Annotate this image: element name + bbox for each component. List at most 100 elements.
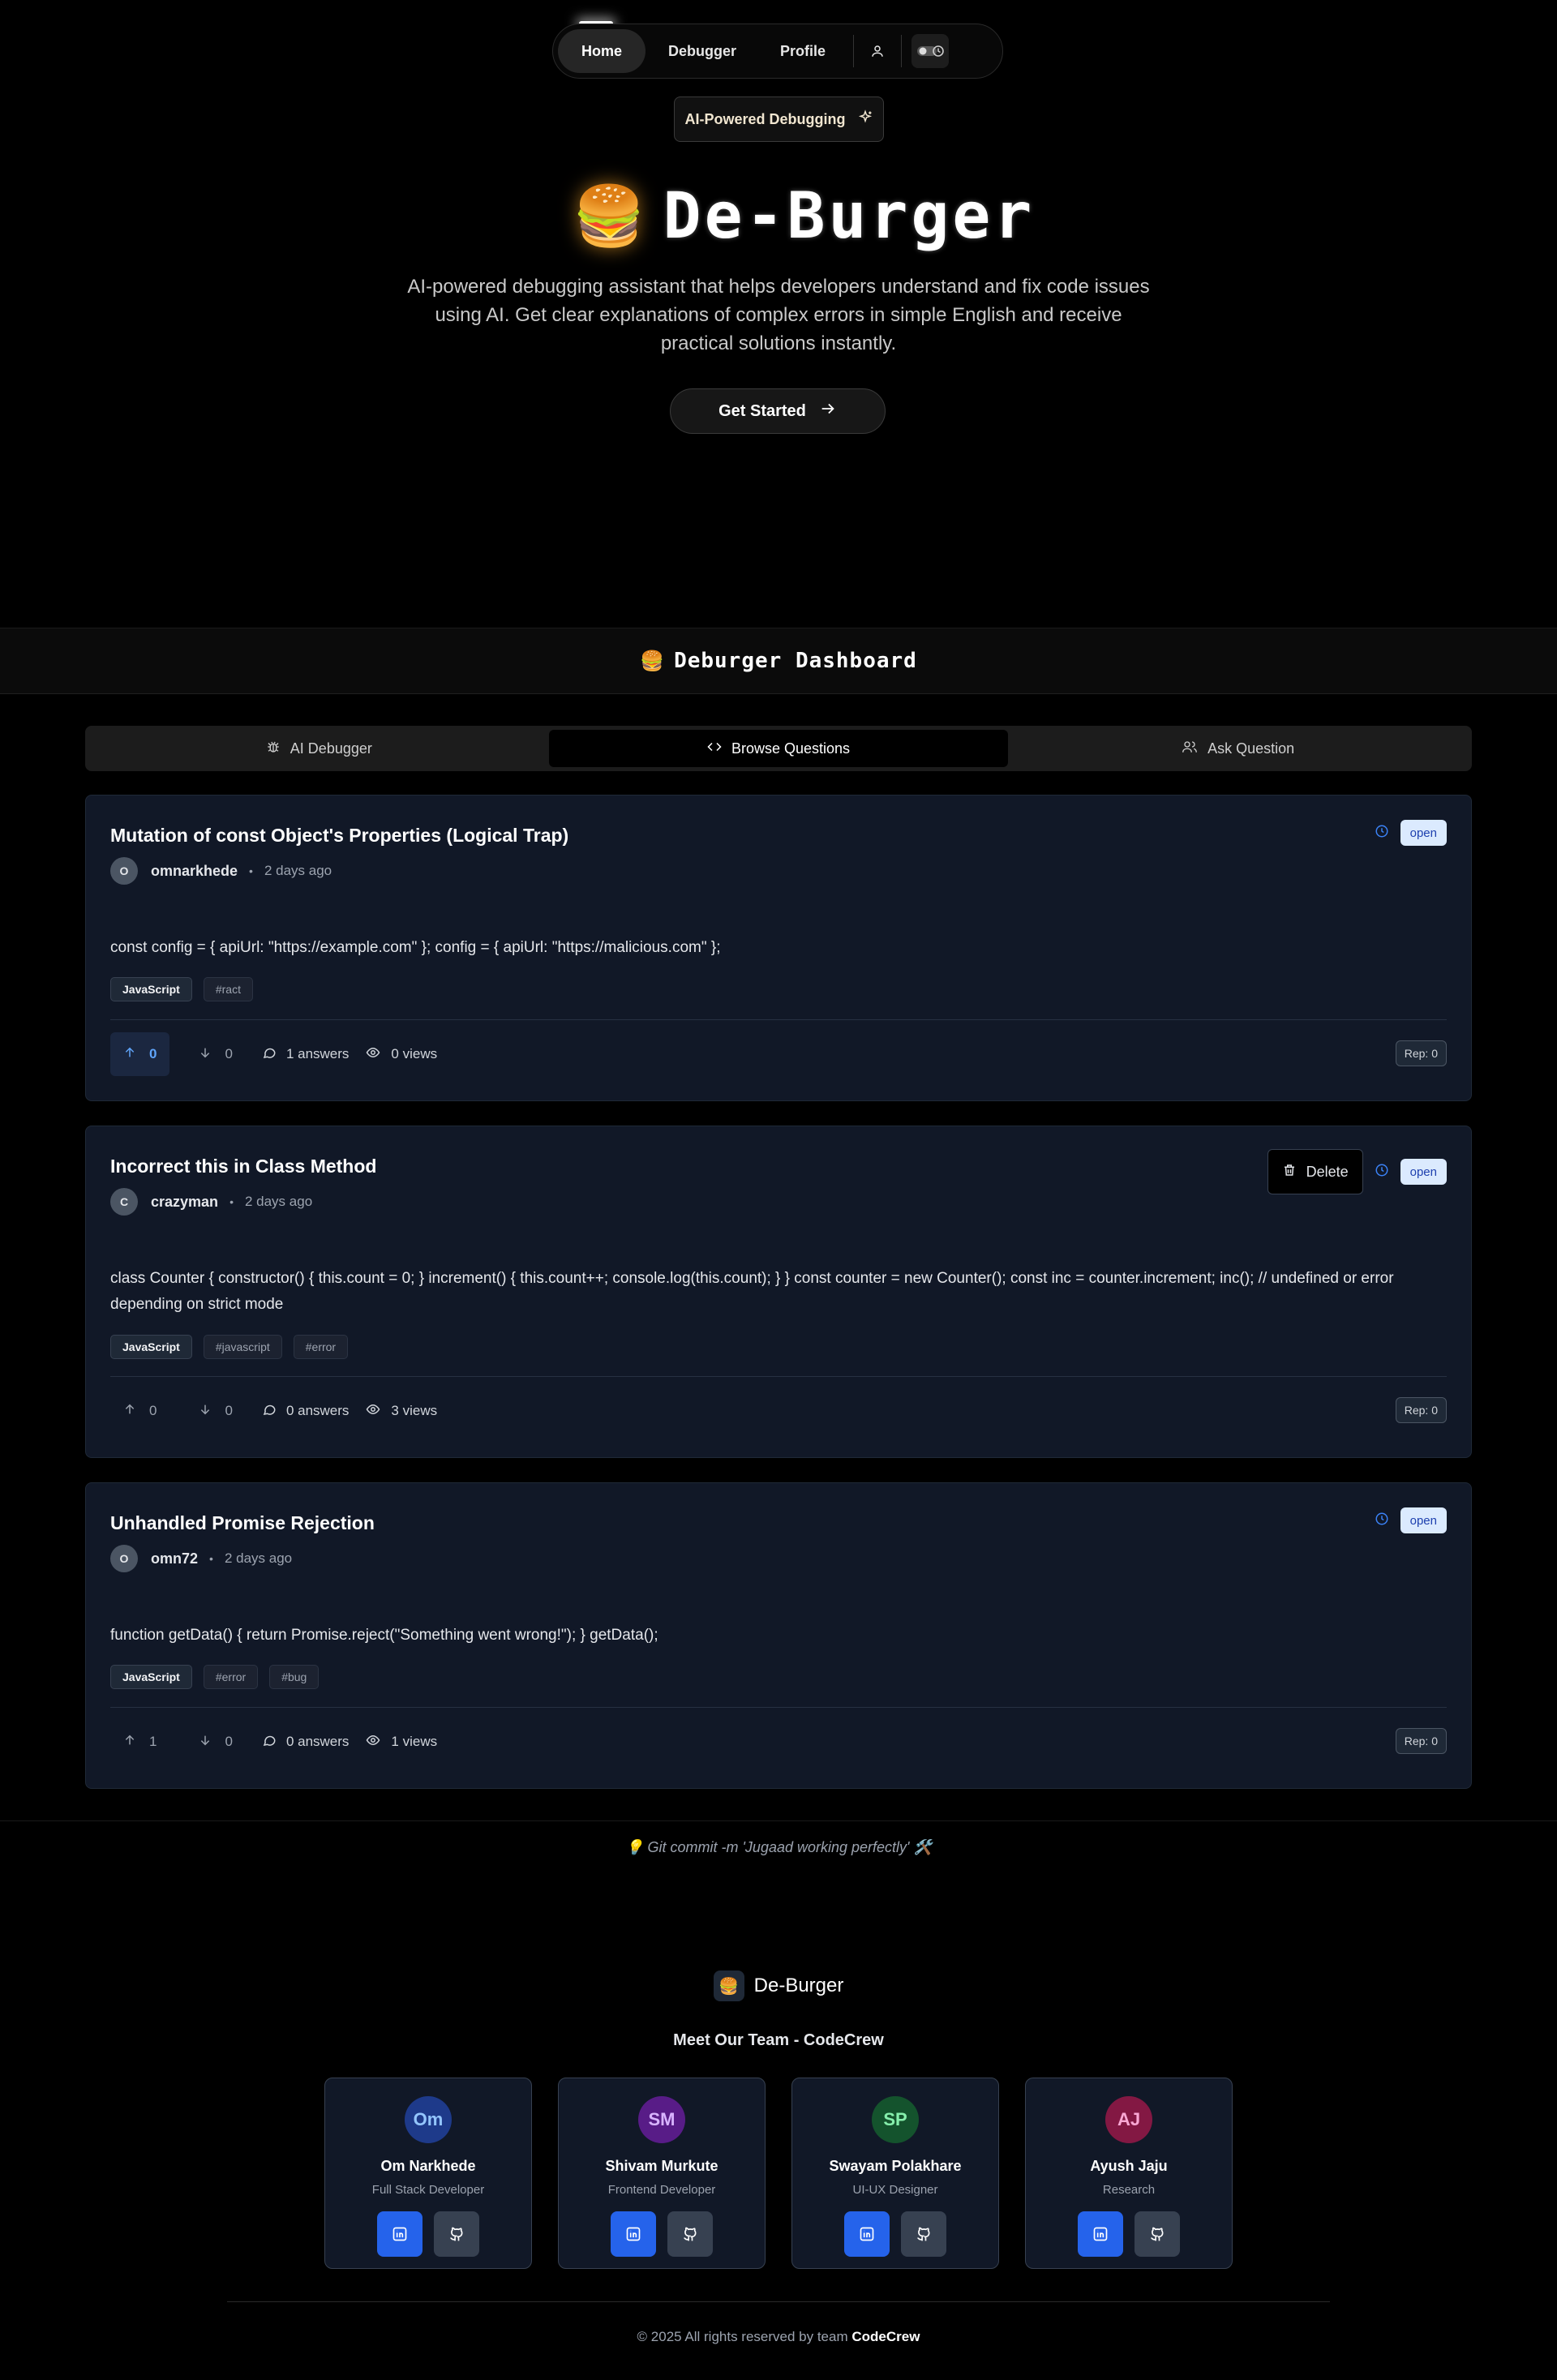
dashboard-header: 🍔 Deburger Dashboard <box>0 628 1557 694</box>
tag[interactable]: #ract <box>203 977 253 1001</box>
answers-count[interactable]: 0 answers <box>262 1402 349 1421</box>
reputation-badge: Rep: 0 <box>1395 1040 1447 1066</box>
member-name: Ayush Jaju <box>1090 2158 1168 2174</box>
team-member-card: Om Om Narkhede Full Stack Developer <box>324 2078 532 2269</box>
member-name: Om Narkhede <box>380 2158 476 2174</box>
question-title[interactable]: Incorrect this in Class Method <box>110 1156 376 1177</box>
comment-icon <box>262 1733 277 1752</box>
tab-browse-questions[interactable]: Browse Questions <box>548 730 1009 767</box>
tag[interactable]: #bug <box>269 1665 320 1689</box>
github-icon[interactable] <box>667 2211 713 2257</box>
author-name[interactable]: omnarkhede <box>151 863 238 880</box>
question-card[interactable]: Incorrect this in Class Method Delete op… <box>85 1126 1472 1458</box>
arrow-down-icon <box>199 1403 212 1420</box>
tag-list: JavaScript #error #bug <box>110 1665 320 1689</box>
upvote-button[interactable]: 0 <box>110 1032 170 1076</box>
tab-label: Browse Questions <box>731 740 851 757</box>
arrow-right-icon <box>819 400 837 422</box>
delete-label: Delete <box>1306 1163 1349 1180</box>
question-card[interactable]: Mutation of const Object's Properties (L… <box>85 795 1472 1101</box>
downvote-count: 0 <box>225 1403 233 1418</box>
answers-count[interactable]: 1 answers <box>262 1045 349 1064</box>
nav-profile[interactable]: Profile <box>759 29 847 73</box>
nav-home[interactable]: Home <box>558 29 646 73</box>
divider <box>110 1707 1447 1708</box>
tag[interactable]: #error <box>203 1665 259 1689</box>
member-links <box>611 2211 713 2257</box>
delete-button[interactable]: Delete <box>1267 1149 1363 1194</box>
tag[interactable]: #javascript <box>203 1335 282 1359</box>
member-role: UI-UX Designer <box>852 2183 938 2197</box>
question-body: class Counter { constructor() { this.cou… <box>110 1270 1394 1313</box>
author-name[interactable]: crazyman <box>151 1194 218 1211</box>
burger-icon: 🍔 <box>640 650 665 672</box>
github-icon[interactable] <box>434 2211 479 2257</box>
bug-icon <box>266 740 281 758</box>
clock-icon <box>1375 824 1389 843</box>
downvote-count: 0 <box>225 1046 233 1061</box>
tab-label: AI Debugger <box>290 740 372 757</box>
nav-debugger[interactable]: Debugger <box>646 29 759 73</box>
timestamp: 2 days ago <box>244 1194 313 1209</box>
member-links <box>377 2211 479 2257</box>
language-tag: JavaScript <box>110 977 192 1001</box>
member-name: Swayam Polakhare <box>829 2158 962 2174</box>
answers-count[interactable]: 0 answers <box>262 1733 349 1752</box>
nav-divider <box>853 35 854 67</box>
github-icon[interactable] <box>901 2211 946 2257</box>
question-meta: O omnarkhede • 2 days ago <box>110 857 332 885</box>
user-icon[interactable] <box>860 34 894 68</box>
arrow-up-icon <box>123 1734 136 1751</box>
downvote-button[interactable]: 0 <box>186 1389 245 1433</box>
views-label: 0 views <box>391 1046 438 1061</box>
member-links <box>1078 2211 1180 2257</box>
upvote-button[interactable]: 1 <box>110 1720 169 1764</box>
footer-brand: 🍔 De-Burger <box>0 1970 1557 2001</box>
views-count: 3 views <box>365 1402 437 1421</box>
trash-icon <box>1282 1163 1297 1181</box>
linkedin-icon[interactable] <box>1078 2211 1123 2257</box>
question-title[interactable]: Unhandled Promise Rejection <box>110 1512 375 1534</box>
downvote-button[interactable]: 0 <box>186 1032 245 1076</box>
eye-icon <box>365 1402 381 1421</box>
question-status: open <box>1375 1507 1447 1533</box>
nav-divider <box>901 35 902 67</box>
footer-divider <box>0 1820 1557 1821</box>
users-icon <box>1182 740 1198 758</box>
language-tag: JavaScript <box>110 1335 192 1359</box>
copyright-text: © 2025 All rights reserved by team <box>637 2329 848 2344</box>
badge-label: AI-Powered Debugging <box>684 110 846 127</box>
tab-ai-debugger[interactable]: AI Debugger <box>89 730 549 767</box>
tab-ask-question[interactable]: Ask Question <box>1008 730 1468 767</box>
avatar: AJ <box>1105 2096 1152 2143</box>
get-started-button[interactable]: Get Started <box>670 388 886 434</box>
theme-toggle-icon[interactable] <box>911 34 949 68</box>
burger-icon: 🍔 <box>573 184 646 249</box>
upvote-count: 1 <box>149 1734 157 1749</box>
clock-icon <box>1375 1163 1389 1181</box>
footer-separator <box>227 2301 1330 2302</box>
code-icon <box>707 740 722 758</box>
views-label: 1 views <box>391 1734 438 1749</box>
author-name[interactable]: omn72 <box>151 1550 198 1567</box>
top-nav: Home Debugger Profile <box>552 24 1003 79</box>
upvote-count: 0 <box>149 1403 157 1418</box>
team-list: Om Om Narkhede Full Stack Developer SM Shiva… <box>324 2078 1233 2269</box>
burger-icon: 🍔 <box>713 1970 744 2001</box>
linkedin-icon[interactable] <box>377 2211 422 2257</box>
tag[interactable]: #error <box>293 1335 349 1359</box>
question-actions: 1 0 0 answers 1 views <box>110 1720 437 1764</box>
linkedin-icon[interactable] <box>611 2211 656 2257</box>
upvote-button[interactable]: 0 <box>110 1389 169 1433</box>
question-title[interactable]: Mutation of const Object's Properties (L… <box>110 825 568 847</box>
github-icon[interactable] <box>1135 2211 1180 2257</box>
footer-brand-name: De-Burger <box>753 1975 844 1996</box>
linkedin-icon[interactable] <box>844 2211 890 2257</box>
downvote-button[interactable]: 0 <box>186 1720 245 1764</box>
divider <box>110 1376 1447 1377</box>
team-member-card: AJ Ayush Jaju Research <box>1025 2078 1233 2269</box>
question-card[interactable]: Unhandled Promise Rejection open O omn72… <box>85 1482 1472 1789</box>
eye-icon <box>365 1045 381 1064</box>
avatar: O <box>110 1545 138 1572</box>
upvote-count: 0 <box>149 1046 157 1061</box>
